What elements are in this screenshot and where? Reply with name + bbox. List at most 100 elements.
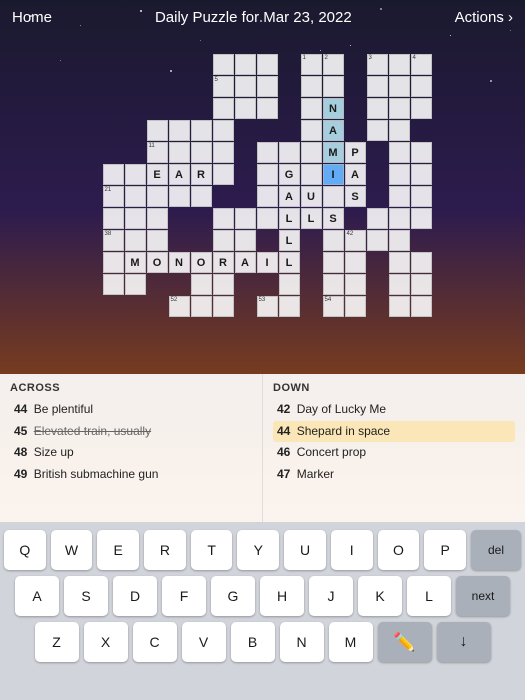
- key-K[interactable]: K: [358, 576, 402, 616]
- grid-cell[interactable]: [345, 252, 366, 273]
- key-S[interactable]: S: [64, 576, 108, 616]
- grid-cell[interactable]: 38: [103, 230, 124, 251]
- clue-across-45[interactable]: 45 Elevated train, usually: [10, 421, 252, 443]
- key-A[interactable]: A: [15, 576, 59, 616]
- grid-cell[interactable]: [323, 186, 344, 207]
- grid-cell[interactable]: [169, 186, 190, 207]
- grid-cell[interactable]: [323, 230, 344, 251]
- grid-cell[interactable]: L: [279, 252, 300, 273]
- grid-cell[interactable]: [411, 274, 432, 295]
- key-E[interactable]: E: [97, 530, 139, 570]
- key-X[interactable]: X: [84, 622, 128, 662]
- grid-cell[interactable]: [213, 164, 234, 185]
- grid-cell[interactable]: [169, 120, 190, 141]
- grid-cell[interactable]: I: [323, 164, 344, 185]
- grid-cell[interactable]: [235, 230, 256, 251]
- clue-down-42[interactable]: 42 Day of Lucky Me: [273, 399, 515, 421]
- grid-cell[interactable]: [301, 164, 322, 185]
- grid-cell[interactable]: 5: [213, 76, 234, 97]
- clue-across-44[interactable]: 44 Be plentiful: [10, 399, 252, 421]
- key-J[interactable]: J: [309, 576, 353, 616]
- key-N[interactable]: N: [280, 622, 324, 662]
- grid-cell[interactable]: [301, 142, 322, 163]
- grid-cell[interactable]: [191, 142, 212, 163]
- grid-cell[interactable]: [279, 296, 300, 317]
- key-D[interactable]: D: [113, 576, 157, 616]
- key-T[interactable]: T: [191, 530, 233, 570]
- grid-cell[interactable]: [301, 120, 322, 141]
- grid-cell[interactable]: S: [345, 186, 366, 207]
- grid-cell[interactable]: R: [191, 164, 212, 185]
- grid-cell[interactable]: [213, 230, 234, 251]
- key-Z[interactable]: Z: [35, 622, 79, 662]
- key-V[interactable]: V: [182, 622, 226, 662]
- clue-down-44[interactable]: 44 Shepard in space: [273, 421, 515, 443]
- grid-cell[interactable]: [389, 54, 410, 75]
- actions-button[interactable]: Actions ›: [455, 9, 513, 26]
- grid-cell[interactable]: [103, 208, 124, 229]
- grid-cell[interactable]: [389, 208, 410, 229]
- grid-cell[interactable]: M: [125, 252, 146, 273]
- grid-cell[interactable]: [191, 186, 212, 207]
- key-down-arrow[interactable]: ↓: [437, 622, 491, 662]
- crossword-grid[interactable]: 12345NA11MPEARGIA21AUSLLS38L42MONORAIL52…: [103, 49, 423, 359]
- grid-cell[interactable]: A: [345, 164, 366, 185]
- grid-cell[interactable]: [389, 296, 410, 317]
- grid-cell[interactable]: [169, 142, 190, 163]
- grid-cell[interactable]: 2: [323, 54, 344, 75]
- grid-cell[interactable]: 54: [323, 296, 344, 317]
- grid-cell[interactable]: 3: [367, 54, 388, 75]
- grid-cell[interactable]: [389, 76, 410, 97]
- grid-cell[interactable]: [257, 54, 278, 75]
- grid-cell[interactable]: [411, 98, 432, 119]
- grid-cell[interactable]: O: [147, 252, 168, 273]
- key-B[interactable]: B: [231, 622, 275, 662]
- key-L[interactable]: L: [407, 576, 451, 616]
- grid-cell[interactable]: M: [323, 142, 344, 163]
- key-W[interactable]: W: [51, 530, 93, 570]
- key-F[interactable]: F: [162, 576, 206, 616]
- key-G[interactable]: G: [211, 576, 255, 616]
- grid-cell[interactable]: [125, 274, 146, 295]
- grid-cell[interactable]: I: [257, 252, 278, 273]
- grid-cell[interactable]: [257, 186, 278, 207]
- grid-cell[interactable]: L: [279, 208, 300, 229]
- grid-cell[interactable]: [235, 98, 256, 119]
- grid-cell[interactable]: [345, 296, 366, 317]
- grid-cell[interactable]: [367, 76, 388, 97]
- grid-cell[interactable]: [213, 274, 234, 295]
- clue-down-47[interactable]: 47 Marker: [273, 464, 515, 486]
- grid-cell[interactable]: 53: [257, 296, 278, 317]
- clue-across-49[interactable]: 49 British submachine gun: [10, 464, 252, 486]
- grid-cell[interactable]: [389, 164, 410, 185]
- key-U[interactable]: U: [284, 530, 326, 570]
- grid-cell[interactable]: N: [323, 98, 344, 119]
- grid-cell[interactable]: [411, 142, 432, 163]
- grid-cell[interactable]: O: [191, 252, 212, 273]
- grid-cell[interactable]: A: [169, 164, 190, 185]
- grid-cell[interactable]: A: [323, 120, 344, 141]
- grid-cell[interactable]: [389, 230, 410, 251]
- key-pencil[interactable]: ✏️: [378, 622, 432, 662]
- grid-cell[interactable]: S: [323, 208, 344, 229]
- grid-cell[interactable]: 21: [103, 186, 124, 207]
- grid-cell[interactable]: [323, 252, 344, 273]
- grid-cell[interactable]: [367, 208, 388, 229]
- grid-cell[interactable]: R: [213, 252, 234, 273]
- grid-cell[interactable]: [301, 76, 322, 97]
- grid-cell[interactable]: [411, 208, 432, 229]
- grid-cell[interactable]: [411, 164, 432, 185]
- grid-cell[interactable]: [213, 296, 234, 317]
- grid-cell[interactable]: [147, 208, 168, 229]
- grid-cell[interactable]: [191, 296, 212, 317]
- key-M[interactable]: M: [329, 622, 373, 662]
- grid-cell[interactable]: [213, 54, 234, 75]
- grid-cell[interactable]: A: [235, 252, 256, 273]
- key-H[interactable]: H: [260, 576, 304, 616]
- grid-cell[interactable]: A: [279, 186, 300, 207]
- grid-cell[interactable]: [213, 142, 234, 163]
- grid-cell[interactable]: [235, 54, 256, 75]
- grid-cell[interactable]: L: [301, 208, 322, 229]
- grid-cell[interactable]: 1: [301, 54, 322, 75]
- key-O[interactable]: O: [378, 530, 420, 570]
